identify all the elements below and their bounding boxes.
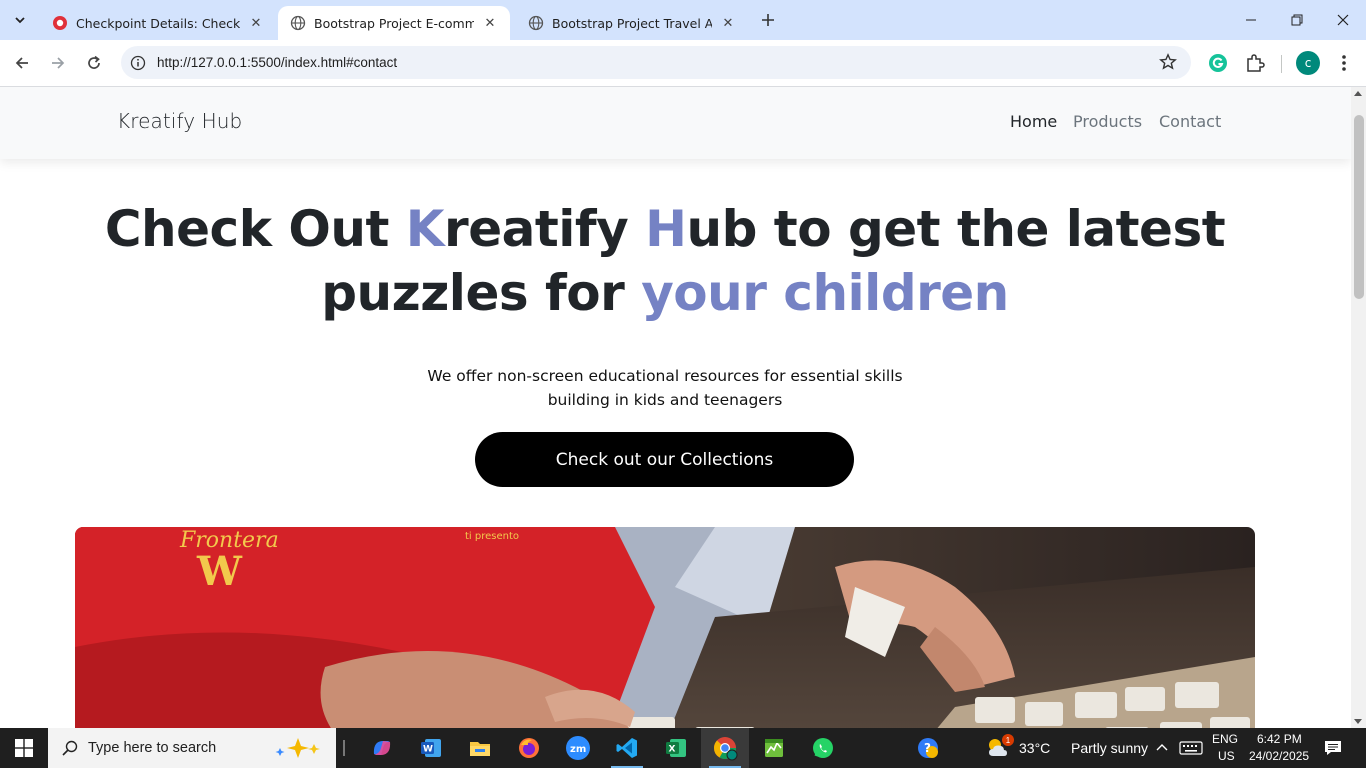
forward-button[interactable]	[45, 50, 71, 76]
show-hidden-icons-button[interactable]	[1154, 740, 1170, 760]
profile-avatar[interactable]: c	[1296, 51, 1320, 75]
close-tab-icon[interactable]: ✕	[720, 15, 736, 31]
tab-strip: Checkpoint Details: Checkpoint ✕ Bootstr…	[0, 0, 1366, 40]
checkpoint-favicon-icon	[53, 16, 67, 30]
site-navbar: Kreatify Hub Home Products Contact	[0, 87, 1351, 159]
notification-icon	[1325, 741, 1341, 755]
input-language[interactable]: ENG	[1212, 732, 1238, 746]
clock-date[interactable]: 24/02/2025	[1249, 749, 1309, 763]
back-button[interactable]	[9, 50, 35, 76]
tab-search-button[interactable]	[8, 8, 32, 32]
taskbar-divider	[343, 740, 345, 756]
nav-link-contact[interactable]: Contact	[1159, 112, 1221, 131]
browser-menu-icon[interactable]	[1333, 52, 1355, 74]
browser-toolbar: http://127.0.0.1:5500/index.html#contact…	[0, 40, 1366, 87]
input-region[interactable]: US	[1218, 749, 1235, 763]
file-explorer-app-icon[interactable]	[456, 728, 504, 768]
copilot-app-icon[interactable]	[358, 728, 406, 768]
reload-button[interactable]	[81, 50, 107, 76]
page-viewport: Kreatify Hub Home Products Contact Check…	[0, 87, 1351, 728]
forward-arrow-icon	[52, 57, 65, 69]
chevron-down-icon	[15, 17, 25, 24]
tab-ecommerce[interactable]: Bootstrap Project E-commerce ✕	[278, 6, 510, 40]
minimize-icon	[1246, 19, 1256, 21]
search-placeholder: Type here to search	[88, 740, 217, 756]
notifications-button[interactable]	[1324, 740, 1342, 760]
back-arrow-icon	[15, 57, 28, 69]
taskbar-search-box[interactable]: Type here to search	[48, 728, 336, 768]
minimize-button[interactable]	[1228, 0, 1274, 40]
toolbar-divider	[1281, 55, 1282, 73]
tab-title: Bootstrap Project Travel Agency	[552, 15, 712, 31]
page-scrollbar[interactable]	[1351, 87, 1366, 728]
search-icon	[62, 740, 78, 756]
hero-title-text: puzzles for	[321, 264, 642, 322]
restore-icon	[1291, 14, 1303, 26]
svg-text:W: W	[196, 548, 243, 595]
task-manager-app-icon[interactable]	[750, 728, 798, 768]
hero-title-text: Check Out	[104, 200, 406, 258]
windows-logo-icon	[15, 739, 33, 757]
brand-logo[interactable]: Kreatify Hub	[117, 109, 242, 133]
start-button[interactable]	[0, 728, 48, 768]
close-window-button[interactable]	[1320, 0, 1366, 40]
tab-title: Checkpoint Details: Checkpoint	[76, 15, 240, 31]
hero-title: Check Out Kreatify Hub to get the latest…	[0, 197, 1330, 325]
zoom-app-icon[interactable]: zm	[554, 728, 602, 768]
close-tab-icon[interactable]: ✕	[482, 15, 498, 31]
svg-text:?: ?	[924, 741, 931, 755]
hero-image: Frontera W ti presento	[75, 527, 1255, 728]
plus-icon	[762, 14, 774, 26]
nav-link-home[interactable]: Home	[1010, 112, 1057, 131]
weather-badge: 1	[1002, 734, 1014, 746]
svg-text:ti presento: ti presento	[465, 531, 519, 542]
excel-app-icon[interactable]: X	[652, 728, 700, 768]
hero-title-accent: your children	[641, 264, 1009, 322]
zoom-label: zm	[570, 744, 586, 755]
keyboard-icon[interactable]	[1179, 740, 1203, 760]
copilot-sparkle-icon	[275, 738, 320, 758]
scroll-up-arrow-icon[interactable]	[1354, 91, 1362, 96]
extensions-puzzle-icon[interactable]	[1244, 52, 1266, 74]
help-app-icon[interactable]: ?	[904, 728, 952, 768]
weather-temperature[interactable]: 33°C	[1019, 740, 1050, 756]
hero-subtitle: We offer non-screen educational resource…	[427, 367, 903, 409]
chevron-up-icon	[1156, 744, 1168, 751]
whatsapp-app-icon[interactable]	[799, 728, 847, 768]
firefox-app-icon[interactable]	[505, 728, 553, 768]
svg-text:W: W	[423, 745, 433, 755]
hero-title-accent-k: K	[405, 200, 445, 258]
new-tab-button[interactable]	[756, 8, 780, 32]
url-text: http://127.0.0.1:5500/index.html#contact	[157, 55, 398, 70]
globe-icon	[528, 15, 544, 31]
tab-travel-agency[interactable]: Bootstrap Project Travel Agency ✕	[516, 6, 748, 40]
hero-title-accent-h: H	[645, 200, 687, 258]
globe-icon	[290, 15, 306, 31]
chrome-app-icon[interactable]	[701, 728, 749, 768]
weather-description[interactable]: Partly sunny	[1071, 740, 1148, 756]
tab-checkpoint[interactable]: Checkpoint Details: Checkpoint ✕	[40, 6, 276, 40]
grammarly-extension-icon[interactable]	[1207, 52, 1229, 74]
collections-button[interactable]: Check out our Collections	[475, 432, 854, 487]
weather-icon[interactable]: 1	[985, 734, 1014, 760]
scrollbar-thumb[interactable]	[1354, 115, 1364, 299]
hero-title-text: reatify	[444, 200, 646, 258]
site-info-icon[interactable]	[129, 54, 147, 72]
hero-title-text: ub to get the latest	[686, 200, 1226, 258]
clock-time[interactable]: 6:42 PM	[1257, 732, 1302, 746]
word-app-icon[interactable]: W	[407, 728, 455, 768]
bookmark-star-icon[interactable]	[1159, 53, 1177, 75]
taskbar: Type here to search W zm X ? 1 33°C Part	[0, 728, 1366, 768]
close-tab-icon[interactable]: ✕	[248, 15, 264, 31]
svg-text:X: X	[669, 745, 676, 755]
close-icon	[1337, 14, 1349, 26]
vscode-app-icon[interactable]	[603, 728, 651, 768]
address-bar[interactable]: http://127.0.0.1:5500/index.html#contact	[121, 46, 1191, 79]
reload-icon	[88, 55, 100, 69]
restore-button[interactable]	[1274, 0, 1320, 40]
nav-link-products[interactable]: Products	[1073, 112, 1142, 131]
tab-title: Bootstrap Project E-commerce	[314, 15, 474, 31]
scroll-down-arrow-icon[interactable]	[1354, 719, 1362, 724]
